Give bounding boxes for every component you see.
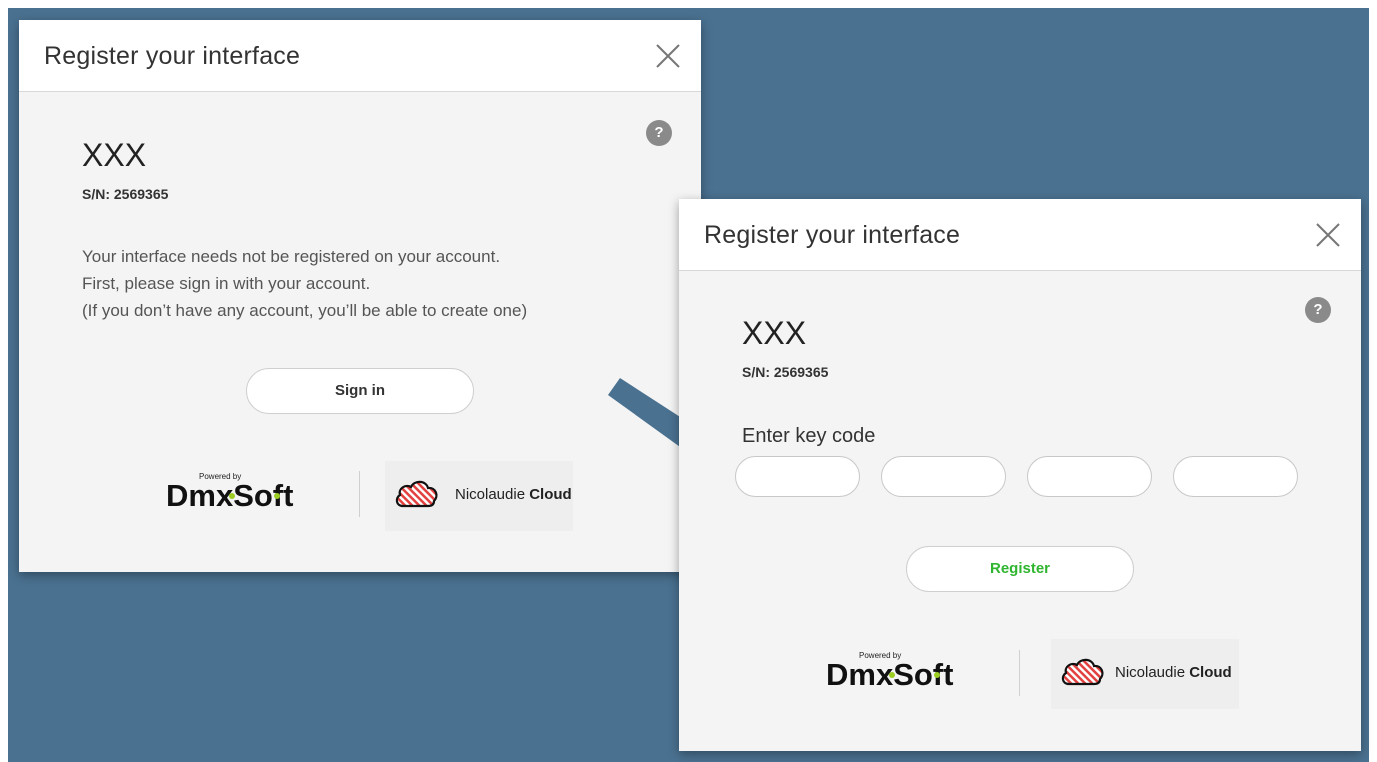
message-line: (If you don’t have any account, you’ll b… bbox=[82, 301, 528, 320]
cloud-logo-prefix: Nicolaudie bbox=[455, 486, 530, 503]
keycode-label: Enter key code bbox=[742, 425, 876, 447]
dmxsoft-logo: Powered by DmxSoft bbox=[826, 651, 953, 691]
dialog-header: Register your interface bbox=[19, 20, 701, 92]
keycode-input-2[interactable] bbox=[881, 456, 1006, 497]
dialog-title: Register your interface bbox=[704, 221, 961, 249]
nicolaudie-cloud-logo: Nicolaudie Cloud bbox=[1051, 639, 1239, 709]
cloud-logo-text: Nicolaudie Cloud bbox=[1115, 664, 1232, 681]
close-icon[interactable] bbox=[654, 42, 682, 70]
dialog-header: Register your interface bbox=[679, 199, 1361, 271]
keycode-input-4[interactable] bbox=[1173, 456, 1298, 497]
register-dialog: Register your interface ? XXX S/N: 25693… bbox=[679, 199, 1361, 751]
help-icon[interactable]: ? bbox=[646, 120, 672, 146]
device-name: XXX bbox=[742, 315, 807, 351]
device-name: XXX bbox=[82, 137, 147, 173]
message-line: First, please sign in with your account. bbox=[82, 274, 371, 293]
signin-button[interactable]: Sign in bbox=[246, 368, 474, 414]
dmxsoft-logo: Powered by DmxSoft bbox=[166, 472, 293, 512]
cloud-icon bbox=[1061, 658, 1104, 686]
keycode-input-3[interactable] bbox=[1027, 456, 1152, 497]
nicolaudie-cloud-logo: Nicolaudie Cloud bbox=[385, 461, 573, 531]
cloud-icon bbox=[395, 480, 438, 508]
dialog-title: Register your interface bbox=[44, 42, 301, 70]
register-button[interactable]: Register bbox=[906, 546, 1134, 592]
message-line: Your interface needs not be registered o… bbox=[82, 247, 501, 266]
close-icon[interactable] bbox=[1314, 221, 1342, 249]
serial-number: S/N: 2569365 bbox=[82, 186, 169, 202]
cloud-logo-prefix: Nicolaudie bbox=[1115, 664, 1190, 681]
keycode-input-1[interactable] bbox=[735, 456, 860, 497]
serial-number: S/N: 2569365 bbox=[742, 364, 829, 380]
background-canvas: Register your interface ? XXX S/N: 25693… bbox=[8, 8, 1369, 762]
cloud-logo-text: Nicolaudie Cloud bbox=[455, 486, 572, 503]
logo-divider bbox=[1019, 650, 1020, 696]
help-icon[interactable]: ? bbox=[1305, 297, 1331, 323]
cloud-logo-bold: Cloud bbox=[529, 486, 572, 503]
logo-divider bbox=[359, 471, 360, 517]
cloud-logo-bold: Cloud bbox=[1189, 664, 1232, 681]
